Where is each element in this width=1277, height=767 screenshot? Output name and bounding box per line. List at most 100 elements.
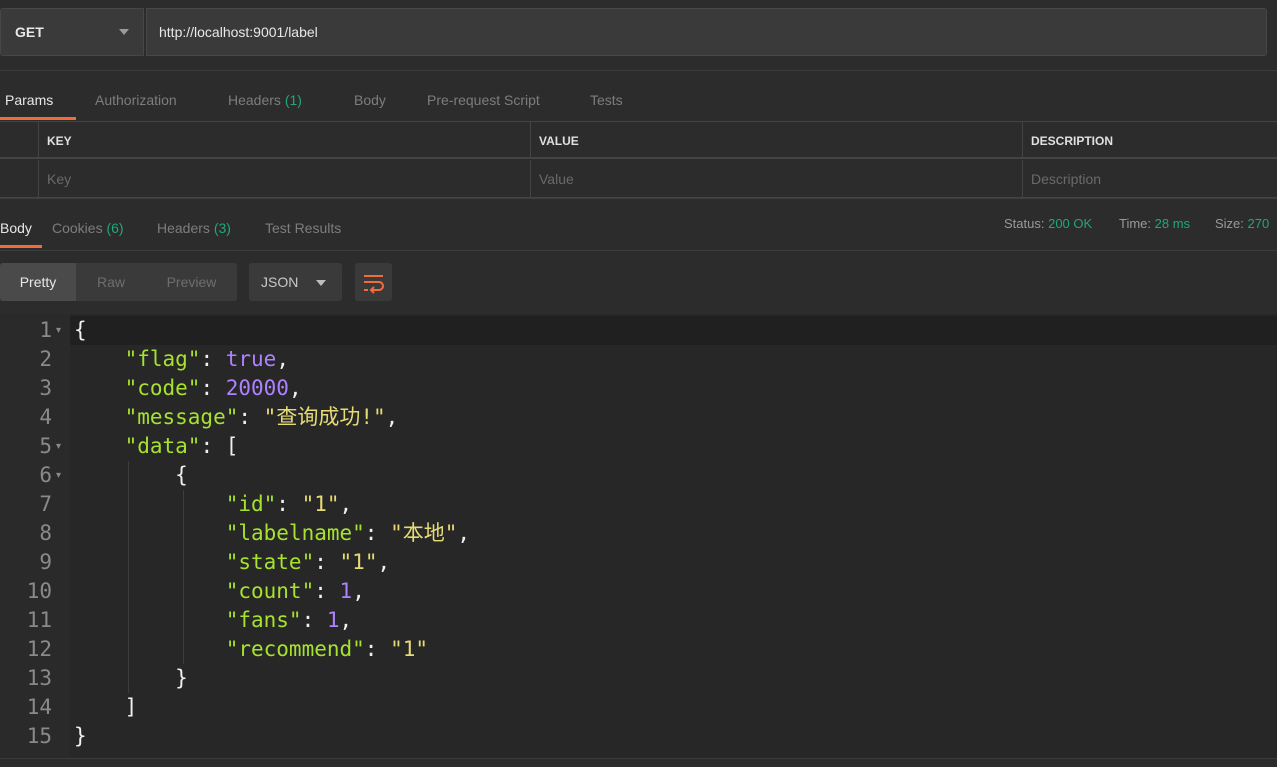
time-label: Time:: [1119, 216, 1152, 231]
column-header-key: KEY: [38, 122, 530, 157]
json-punctuation: ,: [339, 492, 353, 516]
code-line: {: [74, 316, 87, 345]
params-header-row: KEY VALUE DESCRIPTION: [0, 121, 1277, 159]
json-punctuation: :: [200, 376, 226, 400]
json-key: "id": [225, 492, 277, 516]
json-punctuation: :: [200, 347, 226, 371]
code-line: "flag": true,: [74, 345, 289, 374]
active-line-highlight: [0, 316, 1277, 345]
json-literal: 1: [339, 579, 353, 603]
tab-label: Headers: [157, 220, 210, 236]
chevron-down-icon: [316, 280, 326, 286]
tab-authorization[interactable]: Authorization: [95, 92, 177, 108]
fold-toggle-icon[interactable]: ▾: [56, 325, 61, 336]
json-punctuation: :: [238, 405, 264, 429]
request-bar: GET http://localhost:9001/label: [0, 0, 1277, 70]
json-punctuation: ,: [288, 376, 302, 400]
method-select[interactable]: GET: [0, 8, 144, 56]
tab-body[interactable]: Body: [354, 92, 386, 108]
json-string: "1": [339, 550, 378, 574]
tab-label: Test Results: [265, 220, 342, 236]
tab-count: (3): [213, 220, 231, 236]
line-number: 6: [39, 463, 52, 487]
code-line: "id": "1",: [74, 490, 352, 519]
description-input[interactable]: Description: [1022, 160, 1277, 197]
json-punctuation: [74, 492, 226, 516]
size-info: Size: 270: [1215, 216, 1269, 231]
json-literal: true: [225, 347, 277, 371]
line-number: 1: [39, 318, 52, 342]
json-string: "查询成功!": [263, 405, 386, 429]
response-tab-body[interactable]: Body: [0, 220, 32, 236]
code-line: "state": "1",: [74, 548, 390, 577]
tab-tests[interactable]: Tests: [590, 92, 623, 108]
method-label: GET: [15, 24, 44, 40]
url-input[interactable]: http://localhost:9001/label: [146, 8, 1267, 56]
json-punctuation: :: [364, 521, 391, 545]
line-number: 8: [39, 521, 52, 545]
preview-button[interactable]: Preview: [146, 263, 237, 301]
format-select[interactable]: JSON: [249, 263, 342, 301]
json-punctuation: ,: [377, 550, 391, 574]
code-line: "labelname": "本地",: [74, 519, 470, 548]
time-value: 28 ms: [1154, 216, 1191, 231]
params-table: KEY VALUE DESCRIPTION Key Value Descript…: [0, 121, 1277, 198]
line-number: 9: [39, 550, 52, 574]
json-punctuation: :: [314, 550, 340, 574]
fold-toggle-icon[interactable]: ▾: [56, 441, 61, 452]
json-key: "message": [124, 405, 239, 429]
line-number: 5: [39, 434, 52, 458]
json-punctuation: {: [74, 463, 188, 487]
line-number: 2: [39, 347, 52, 371]
tab-params[interactable]: Params: [5, 92, 53, 108]
json-punctuation: ,: [385, 405, 399, 429]
divider: [0, 198, 1277, 199]
json-punctuation: :: [364, 637, 391, 661]
json-key: "count": [225, 579, 315, 603]
response-tab-headers[interactable]: Headers (3): [157, 220, 231, 236]
tab-headers[interactable]: Headers (1): [228, 92, 302, 108]
time-info: Time: 28 ms: [1119, 216, 1190, 231]
json-string: "本地": [390, 521, 458, 545]
wrap-lines-button[interactable]: [355, 263, 392, 301]
json-punctuation: [74, 405, 125, 429]
json-key: "labelname": [225, 521, 365, 545]
size-value: 270: [1247, 216, 1270, 231]
json-punctuation: [74, 521, 226, 545]
json-punctuation: :: [301, 608, 327, 632]
code-line: "count": 1,: [74, 577, 365, 606]
indent-guide: [128, 461, 129, 693]
pretty-button[interactable]: Pretty: [0, 263, 76, 301]
tab-label: Body: [354, 92, 386, 108]
json-punctuation: ,: [352, 579, 365, 603]
tab-label: Body: [0, 220, 32, 236]
json-key: "recommend": [225, 637, 365, 661]
code-line: ]: [74, 693, 138, 722]
code-line: "code": 20000,: [74, 374, 302, 403]
json-literal: 20000: [225, 376, 289, 400]
response-tab-cookies[interactable]: Cookies (6): [52, 220, 124, 236]
line-number: 4: [39, 405, 52, 429]
column-header-description: DESCRIPTION: [1022, 122, 1277, 157]
row-grip: [0, 160, 38, 197]
response-tab-test-results[interactable]: Test Results: [265, 220, 341, 236]
json-key: "code": [124, 376, 201, 400]
tab-label: Tests: [590, 92, 623, 108]
size-label: Size:: [1215, 216, 1244, 231]
json-string: "1": [390, 637, 429, 661]
tab-pre-request-script[interactable]: Pre-request Script: [427, 92, 540, 108]
tab-count: (6): [106, 220, 124, 236]
key-input[interactable]: Key: [38, 160, 530, 197]
code-line: }: [74, 722, 87, 751]
format-label: JSON: [261, 274, 299, 290]
json-punctuation: ,: [339, 608, 353, 632]
response-body-editor[interactable]: 1 ▾ 2 3 4 5 ▾ 6 ▾ 7 8 9 10 11 12 13 14 15{ "flag": true, …: [0, 314, 1277, 766]
json-punctuation: [74, 550, 226, 574]
value-input[interactable]: Value: [530, 160, 1022, 197]
fold-toggle-icon[interactable]: ▾: [56, 470, 61, 481]
raw-button[interactable]: Raw: [76, 263, 146, 301]
divider: [0, 70, 1277, 71]
json-key: "state": [225, 550, 315, 574]
json-literal: 1: [326, 608, 340, 632]
json-punctuation: }: [74, 666, 188, 690]
